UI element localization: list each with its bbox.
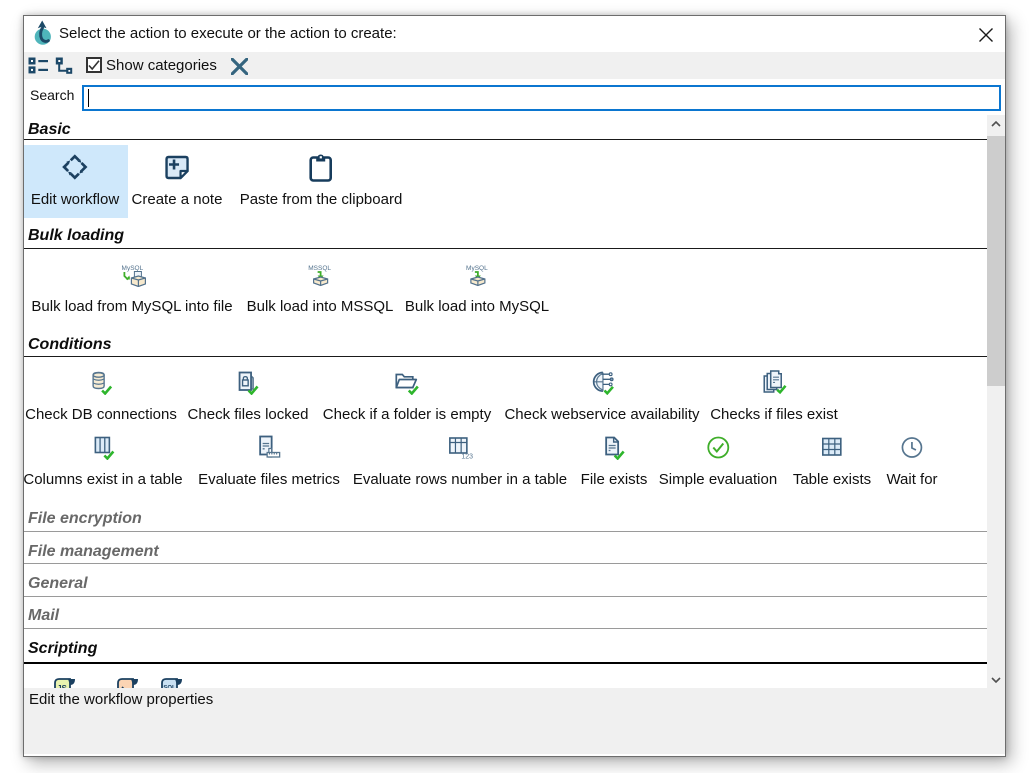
svg-text:MSSQL: MSSQL — [309, 265, 332, 272]
svg-text:123: 123 — [461, 453, 473, 460]
svg-text:MySQL: MySQL — [121, 265, 143, 272]
svg-text:MySQL: MySQL — [466, 265, 488, 272]
